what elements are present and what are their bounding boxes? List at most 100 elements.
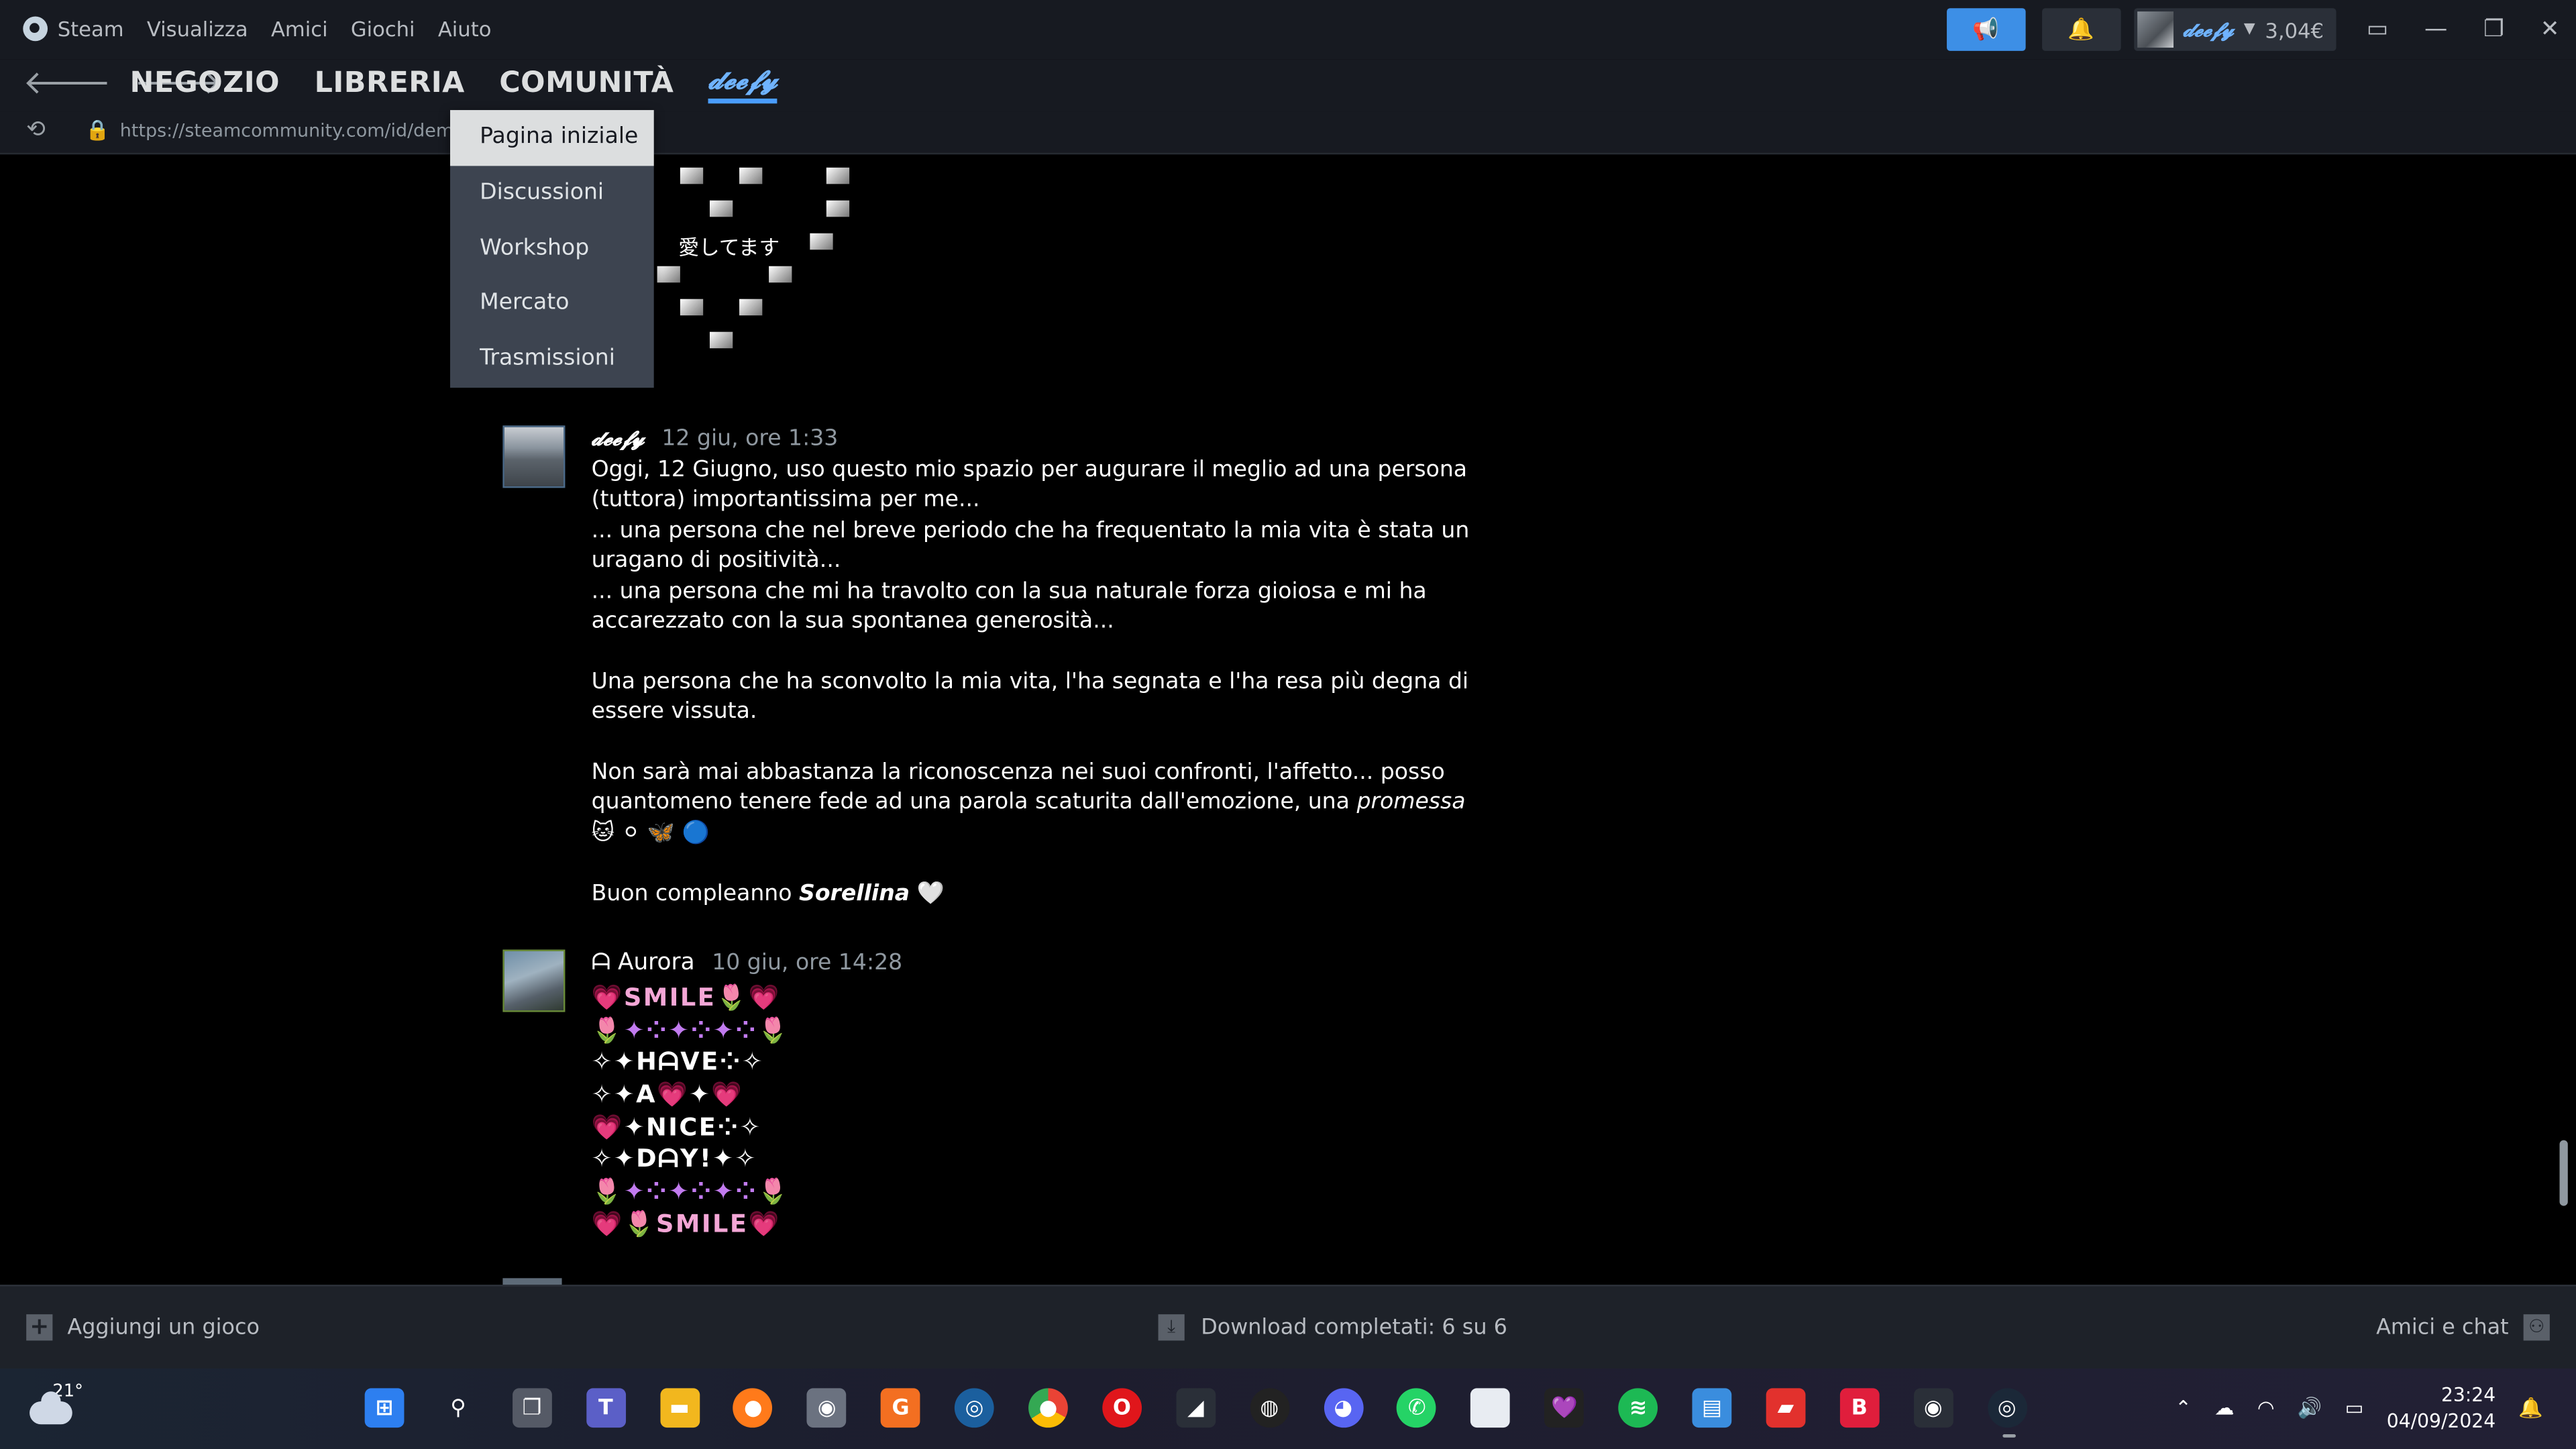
smile-art-row: 🌷✦⁘✦⁘✦⁘🌷 [591,1014,790,1044]
file-explorer-icon[interactable]: ▬ [659,1388,700,1428]
clock-time: 23:24 [2440,1383,2496,1407]
close-icon[interactable]: ✕ [2540,16,2560,42]
comment-line: Buon compleanno Sorellina 🤍 [592,878,1495,908]
account-menu-button[interactable]: 𝓭𝓮𝓮𝓯𝔂 ▼ 3,04€ [2133,8,2337,51]
task-view-icon[interactable]: ❐ [512,1388,552,1428]
game-launcher-icon[interactable]: ▰ [1766,1388,1806,1428]
camera-icon[interactable]: ◉ [807,1388,847,1428]
emoji-art-text: 愛してます [678,235,780,260]
wifi-icon[interactable]: ◠ [2257,1397,2275,1419]
reload-icon[interactable]: ⟲ [26,117,46,143]
comment-author[interactable]: ᗩ Aurora [592,950,695,976]
onedrive-icon[interactable]: ☁ [2214,1397,2234,1419]
smile-art-row: 💗✦NICE⁘✧ [591,1112,762,1142]
bitdefender-icon[interactable]: B [1839,1388,1880,1428]
comment-header: ᗩ Aurora 10 giu, ore 14:28 [592,950,903,976]
notifications-button[interactable]: 🔔 [2041,8,2121,51]
dropdown-item-market[interactable]: Mercato [450,276,654,332]
comment-line: ... una persona che mi ha travolto con l… [591,578,1427,635]
notification-bell-icon[interactable]: 🔔 [2518,1397,2543,1419]
add-game-button[interactable]: + Aggiungi un gioco [26,1314,260,1341]
opera-icon[interactable]: O [1102,1388,1142,1428]
gog-icon[interactable]: G [881,1388,921,1428]
comment-author[interactable]: 𝓭𝓮𝓮𝓯𝔂 [592,425,645,450]
emoticon-image [769,266,792,283]
friends-icon: ⚇ [2523,1314,2550,1341]
teams-icon[interactable]: T [586,1388,626,1428]
avatar[interactable] [502,949,566,1012]
announcements-button[interactable]: 📢 [1946,8,2025,51]
window-controls: ▭ — ❐ ✕ [2367,16,2560,42]
dropdown-item-home[interactable]: Pagina iniziale [450,110,654,166]
menu-giochi[interactable]: Giochi [351,16,415,41]
wallet-balance: 3,04€ [2265,17,2324,42]
menu-aiuto[interactable]: Aiuto [438,16,492,41]
smile-art-row: ✧✦DᗩY!✦✧ [591,1144,757,1174]
windows-taskbar: 21° ⊞ ⚲ ❐ T ▬ ● ◉ G ◎ ● O ◢ ◍ ◕ ✆ 💜 ≋ ▤ … [0,1368,2576,1449]
url-text[interactable]: https://steamcommunity.com/id/demac [120,120,475,142]
friends-chat-button[interactable]: Amici e chat ⚇ [2376,1314,2550,1341]
rgb-fusion-icon[interactable]: ◍ [1249,1388,1289,1428]
chevron-up-icon[interactable]: ⌃ [2175,1397,2192,1419]
nav-community[interactable]: COMUNITÀ [499,67,674,100]
scrollbar-thumb[interactable] [2559,1140,2568,1206]
emoticon-image [680,299,704,316]
steam-client-window: Steam Visualizza Amici Giochi Aiuto 📢 🔔 … [0,0,2576,1449]
chrome-icon[interactable]: ● [1028,1388,1068,1428]
spotify-icon[interactable]: ≋ [1618,1388,1658,1428]
emoticon-image [826,200,850,217]
account-nickname: 𝓭𝓮𝓮𝓯𝔂 [2183,17,2235,41]
emoticon-image [739,299,763,316]
dropdown-item-discussions[interactable]: Discussioni [450,166,654,221]
minimize-icon[interactable]: — [2424,16,2447,42]
nav-user-profile[interactable]: 𝓭𝓮𝓮𝓯𝔂 [708,64,778,104]
comment-line-text: Buon compleanno [591,879,792,906]
aorus-icon[interactable]: ◢ [1175,1388,1216,1428]
emoticon-image [810,233,833,250]
firefox-icon[interactable]: ● [733,1388,773,1428]
dropdown-item-broadcasts[interactable]: Trasmissioni [450,332,654,388]
heart-app-icon[interactable]: 💜 [1544,1388,1585,1428]
downloads-button[interactable]: ⤓ Download completati: 6 su 6 [1158,1314,1507,1341]
top-right-controls: 📢 🔔 𝓭𝓮𝓮𝓯𝔂 ▼ 3,04€ ▭ — ❐ ✕ [1946,8,2576,51]
restore-icon[interactable]: ❐ [2483,16,2504,42]
menu-steam[interactable]: Steam [23,16,124,42]
notepad-icon[interactable]: ▤ [1692,1388,1732,1428]
download-icon: ⤓ [1158,1314,1185,1341]
system-tray: ⌃ ☁ ◠ 🔊 ▭ 23:24 04/09/2024 🔔 [2175,1382,2543,1434]
comment-body: Oggi, 12 Giugno, uso questo mio spazio p… [592,455,1495,908]
friends-chat-label: Amici e chat [2376,1315,2509,1340]
avatar[interactable] [502,425,566,488]
nav-library[interactable]: LIBRERIA [315,67,465,100]
menu-visualizza[interactable]: Visualizza [147,16,248,41]
whatsapp-icon[interactable]: ✆ [1397,1388,1437,1428]
big-picture-icon[interactable]: ▭ [2367,16,2388,42]
emoticon-image [739,167,763,184]
dropdown-item-workshop[interactable]: Workshop [450,221,654,277]
steam-app-icon[interactable]: ◎ [955,1388,994,1428]
steam-logo-icon [23,16,48,42]
back-arrow-icon[interactable]: 🡐 [23,62,111,102]
nvidia-icon[interactable]: ◉ [1913,1388,1953,1428]
volume-icon[interactable]: 🔊 [2298,1397,2322,1419]
snipping-tool-icon[interactable] [1470,1388,1511,1428]
taskbar-apps: ⊞ ⚲ ❐ T ▬ ● ◉ G ◎ ● O ◢ ◍ ◕ ✆ 💜 ≋ ▤ ▰ B … [364,1388,2027,1428]
steam-taskbar-icon[interactable]: ◎ [1987,1388,2027,1428]
windows-start-icon[interactable]: ⊞ [364,1388,405,1428]
smile-emoji-art: 💗SMILE🌷💗 🌷✦⁘✦⁘✦⁘🌷 ✧✦HᗩVE⁘✧ ✧✦A💗✦💗 💗✦NICE… [592,983,838,1242]
comment-timestamp: 12 giu, ore 1:33 [661,425,839,452]
discord-icon[interactable]: ◕ [1323,1388,1363,1428]
emoticon-image [826,167,850,184]
clock[interactable]: 23:24 04/09/2024 [2387,1382,2496,1434]
battery-icon[interactable]: ▭ [2345,1397,2364,1419]
comment-line: Oggi, 12 Giugno, uso questo mio spazio p… [591,456,1468,514]
search-icon[interactable]: ⚲ [439,1388,478,1428]
lock-icon: 🔒 [85,118,110,142]
emoticon-image [709,331,733,349]
comment-line: Non sarà mai abbastanza la riconoscenza … [592,757,1495,848]
menu-amici[interactable]: Amici [271,16,328,41]
avatar[interactable] [502,1278,562,1285]
comment-header: 𝓭𝓮𝓮𝓯𝔂 12 giu, ore 1:33 [592,425,839,451]
nav-store[interactable]: NEGOZIO [129,67,280,100]
weather-widget[interactable]: 21° [30,1382,83,1425]
